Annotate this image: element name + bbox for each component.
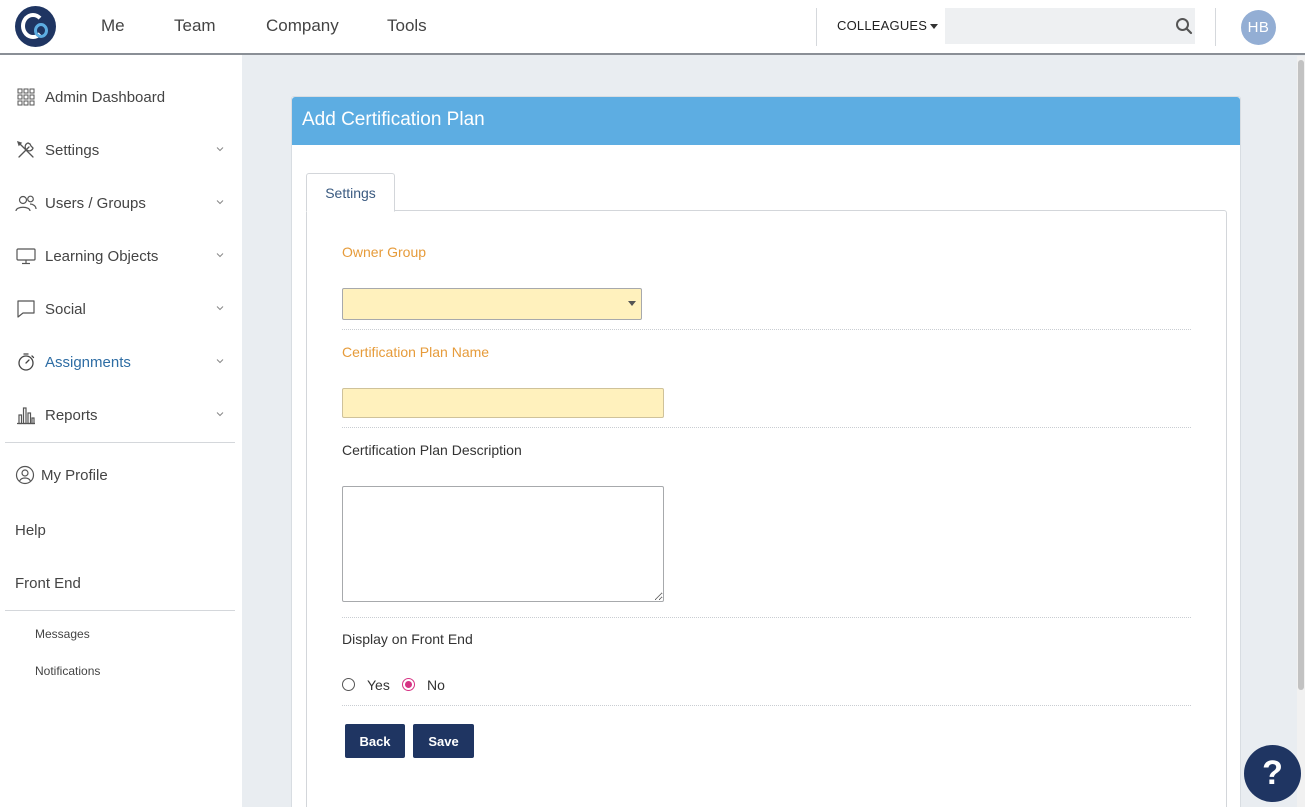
plan-description-textarea[interactable] xyxy=(342,486,664,602)
sidebar-divider xyxy=(5,610,235,611)
monitor-icon xyxy=(15,245,37,267)
sidebar: Admin Dashboard Settings Users / Groups … xyxy=(0,55,242,807)
search-icon[interactable] xyxy=(1175,17,1193,35)
nav-item-tools[interactable]: Tools xyxy=(387,16,427,36)
colleagues-dropdown[interactable]: COLLEAGUES xyxy=(837,18,939,33)
settings-tab-content: Owner Group Certification Plan Name Cert… xyxy=(306,210,1227,807)
radio-yes[interactable] xyxy=(342,678,355,691)
radio-no[interactable] xyxy=(402,678,415,691)
chevron-down-icon xyxy=(216,253,224,258)
sidebar-item-front-end[interactable]: Front End xyxy=(15,571,230,595)
sidebar-item-reports[interactable]: Reports xyxy=(15,403,230,427)
sidebar-item-label: Reports xyxy=(45,406,98,424)
nav-item-me[interactable]: Me xyxy=(101,16,125,36)
radio-no-label: No xyxy=(427,677,445,693)
nav-item-team[interactable]: Team xyxy=(174,16,216,36)
sidebar-item-social[interactable]: Social xyxy=(15,297,230,321)
top-bar: Me Team Company Tools COLLEAGUES HB xyxy=(0,0,1305,55)
nav-item-company[interactable]: Company xyxy=(266,16,339,36)
sidebar-item-admin-dashboard[interactable]: Admin Dashboard xyxy=(15,85,230,109)
plan-name-label: Certification Plan Name xyxy=(342,344,490,360)
nav-divider xyxy=(816,8,817,46)
panel-title: Add Certification Plan xyxy=(292,97,1240,145)
chevron-down-icon xyxy=(216,359,224,364)
sidebar-item-learning-objects[interactable]: Learning Objects xyxy=(15,244,230,268)
sidebar-item-users-groups[interactable]: Users / Groups xyxy=(15,191,230,215)
sidebar-item-label: Learning Objects xyxy=(45,247,159,265)
plan-name-input[interactable] xyxy=(342,388,664,418)
nav-divider xyxy=(1215,8,1216,46)
sidebar-item-my-profile[interactable]: My Profile xyxy=(15,463,230,487)
sidebar-item-label: Admin Dashboard xyxy=(45,88,166,106)
tools-icon xyxy=(15,139,37,161)
page-scrollbar[interactable] xyxy=(1297,56,1305,807)
save-button[interactable]: Save xyxy=(413,724,474,758)
add-certification-plan-panel: Add Certification Plan Settings Owner Gr… xyxy=(291,96,1241,807)
colleagues-label: COLLEAGUES xyxy=(837,18,928,33)
owner-group-select[interactable] xyxy=(342,288,642,320)
sidebar-item-label: Settings xyxy=(45,141,100,159)
plan-description-label: Certification Plan Description xyxy=(342,442,522,458)
bar-chart-icon xyxy=(15,404,37,426)
company-logo[interactable] xyxy=(15,6,56,47)
field-divider xyxy=(342,617,1191,618)
stopwatch-icon xyxy=(15,351,37,373)
field-divider xyxy=(342,705,1191,706)
caret-down-icon xyxy=(930,24,939,30)
help-button[interactable]: ? xyxy=(1244,745,1301,802)
field-divider xyxy=(342,427,1191,428)
sidebar-item-settings[interactable]: Settings xyxy=(15,138,230,162)
users-icon xyxy=(15,192,37,214)
chevron-down-icon xyxy=(216,306,224,311)
back-button[interactable]: Back xyxy=(345,724,405,758)
tab-settings[interactable]: Settings xyxy=(306,173,395,212)
field-divider xyxy=(342,329,1191,330)
chevron-down-icon xyxy=(216,412,224,417)
sidebar-item-notifications[interactable]: Notifications xyxy=(35,664,100,678)
sidebar-item-label: Help xyxy=(15,521,46,539)
grid-icon xyxy=(15,86,37,108)
chevron-down-icon xyxy=(216,147,224,152)
sidebar-item-messages[interactable]: Messages xyxy=(35,627,90,641)
radio-yes-label: Yes xyxy=(367,677,390,693)
display-front-end-label: Display on Front End xyxy=(342,631,473,647)
chat-bubble-icon xyxy=(15,298,37,320)
user-circle-icon xyxy=(15,464,35,486)
sidebar-divider xyxy=(5,442,235,443)
sidebar-item-label: Assignments xyxy=(45,353,131,371)
sidebar-item-help[interactable]: Help xyxy=(15,518,230,542)
user-avatar[interactable]: HB xyxy=(1241,10,1276,45)
sidebar-item-label: Users / Groups xyxy=(45,194,146,212)
owner-group-label: Owner Group xyxy=(342,244,427,260)
logo-o-mark xyxy=(34,23,48,38)
scrollbar-thumb[interactable] xyxy=(1298,60,1304,690)
sidebar-item-assignments[interactable]: Assignments xyxy=(15,350,230,374)
sidebar-item-label: My Profile xyxy=(41,466,108,484)
search-input[interactable] xyxy=(945,8,1195,44)
caret-down-icon xyxy=(628,301,636,306)
sidebar-item-label: Social xyxy=(45,300,86,318)
sidebar-item-label: Front End xyxy=(15,574,81,592)
chevron-down-icon xyxy=(216,200,224,205)
